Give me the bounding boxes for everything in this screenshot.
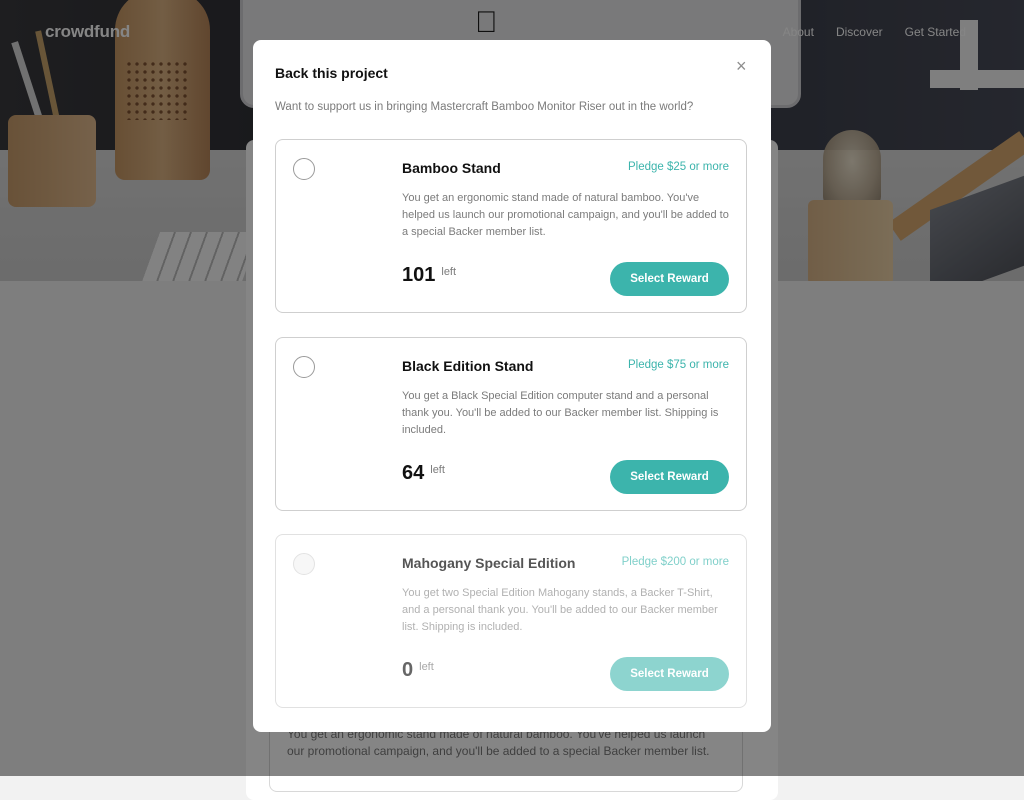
reward-pledge: Pledge $75 or more	[627, 359, 729, 371]
select-reward-button[interactable]: Select Reward	[610, 262, 729, 296]
reward-description: You get two Special Edition Mahogany sta…	[402, 587, 718, 633]
reward-radio	[293, 553, 315, 575]
select-reward-button: Select Reward	[610, 657, 729, 691]
close-icon[interactable]: ×	[736, 56, 747, 77]
reward-radio[interactable]	[293, 158, 315, 180]
reward-option-mahogany-special-edition: Mahogany Special Edition Pledge $200 or …	[275, 534, 747, 708]
reward-count: 0	[402, 659, 414, 681]
reward-remaining: 64 left	[402, 462, 445, 485]
reward-name: Bamboo Stand	[402, 160, 501, 176]
reward-description: You get an ergonomic stand made of natur…	[402, 192, 729, 238]
reward-count: 101	[402, 264, 436, 286]
reward-pledge: Pledge $25 or more	[627, 161, 729, 173]
reward-pledge: Pledge $200 or more	[621, 556, 729, 568]
reward-remaining: 101 left	[402, 264, 456, 287]
reward-name: Black Edition Stand	[402, 358, 534, 374]
reward-count: 64	[402, 462, 425, 484]
reward-left-label: left	[430, 464, 445, 476]
modal-subtitle: Want to support us in bringing Mastercra…	[275, 101, 694, 113]
reward-remaining: 0 left	[402, 659, 434, 682]
reward-option-bamboo-stand[interactable]: Bamboo Stand Pledge $25 or more You get …	[275, 139, 747, 313]
select-reward-button[interactable]: Select Reward	[610, 460, 729, 494]
reward-name: Mahogany Special Edition	[402, 555, 576, 571]
reward-description: You get a Black Special Edition computer…	[402, 390, 719, 436]
reward-left-label: left	[419, 661, 434, 673]
reward-radio[interactable]	[293, 356, 315, 378]
modal-title: Back this project	[275, 65, 388, 81]
reward-left-label: left	[441, 266, 457, 278]
reward-option-black-edition-stand[interactable]: Black Edition Stand Pledge $75 or more Y…	[275, 337, 747, 511]
back-project-modal: Back this project × Want to support us i…	[253, 40, 771, 732]
